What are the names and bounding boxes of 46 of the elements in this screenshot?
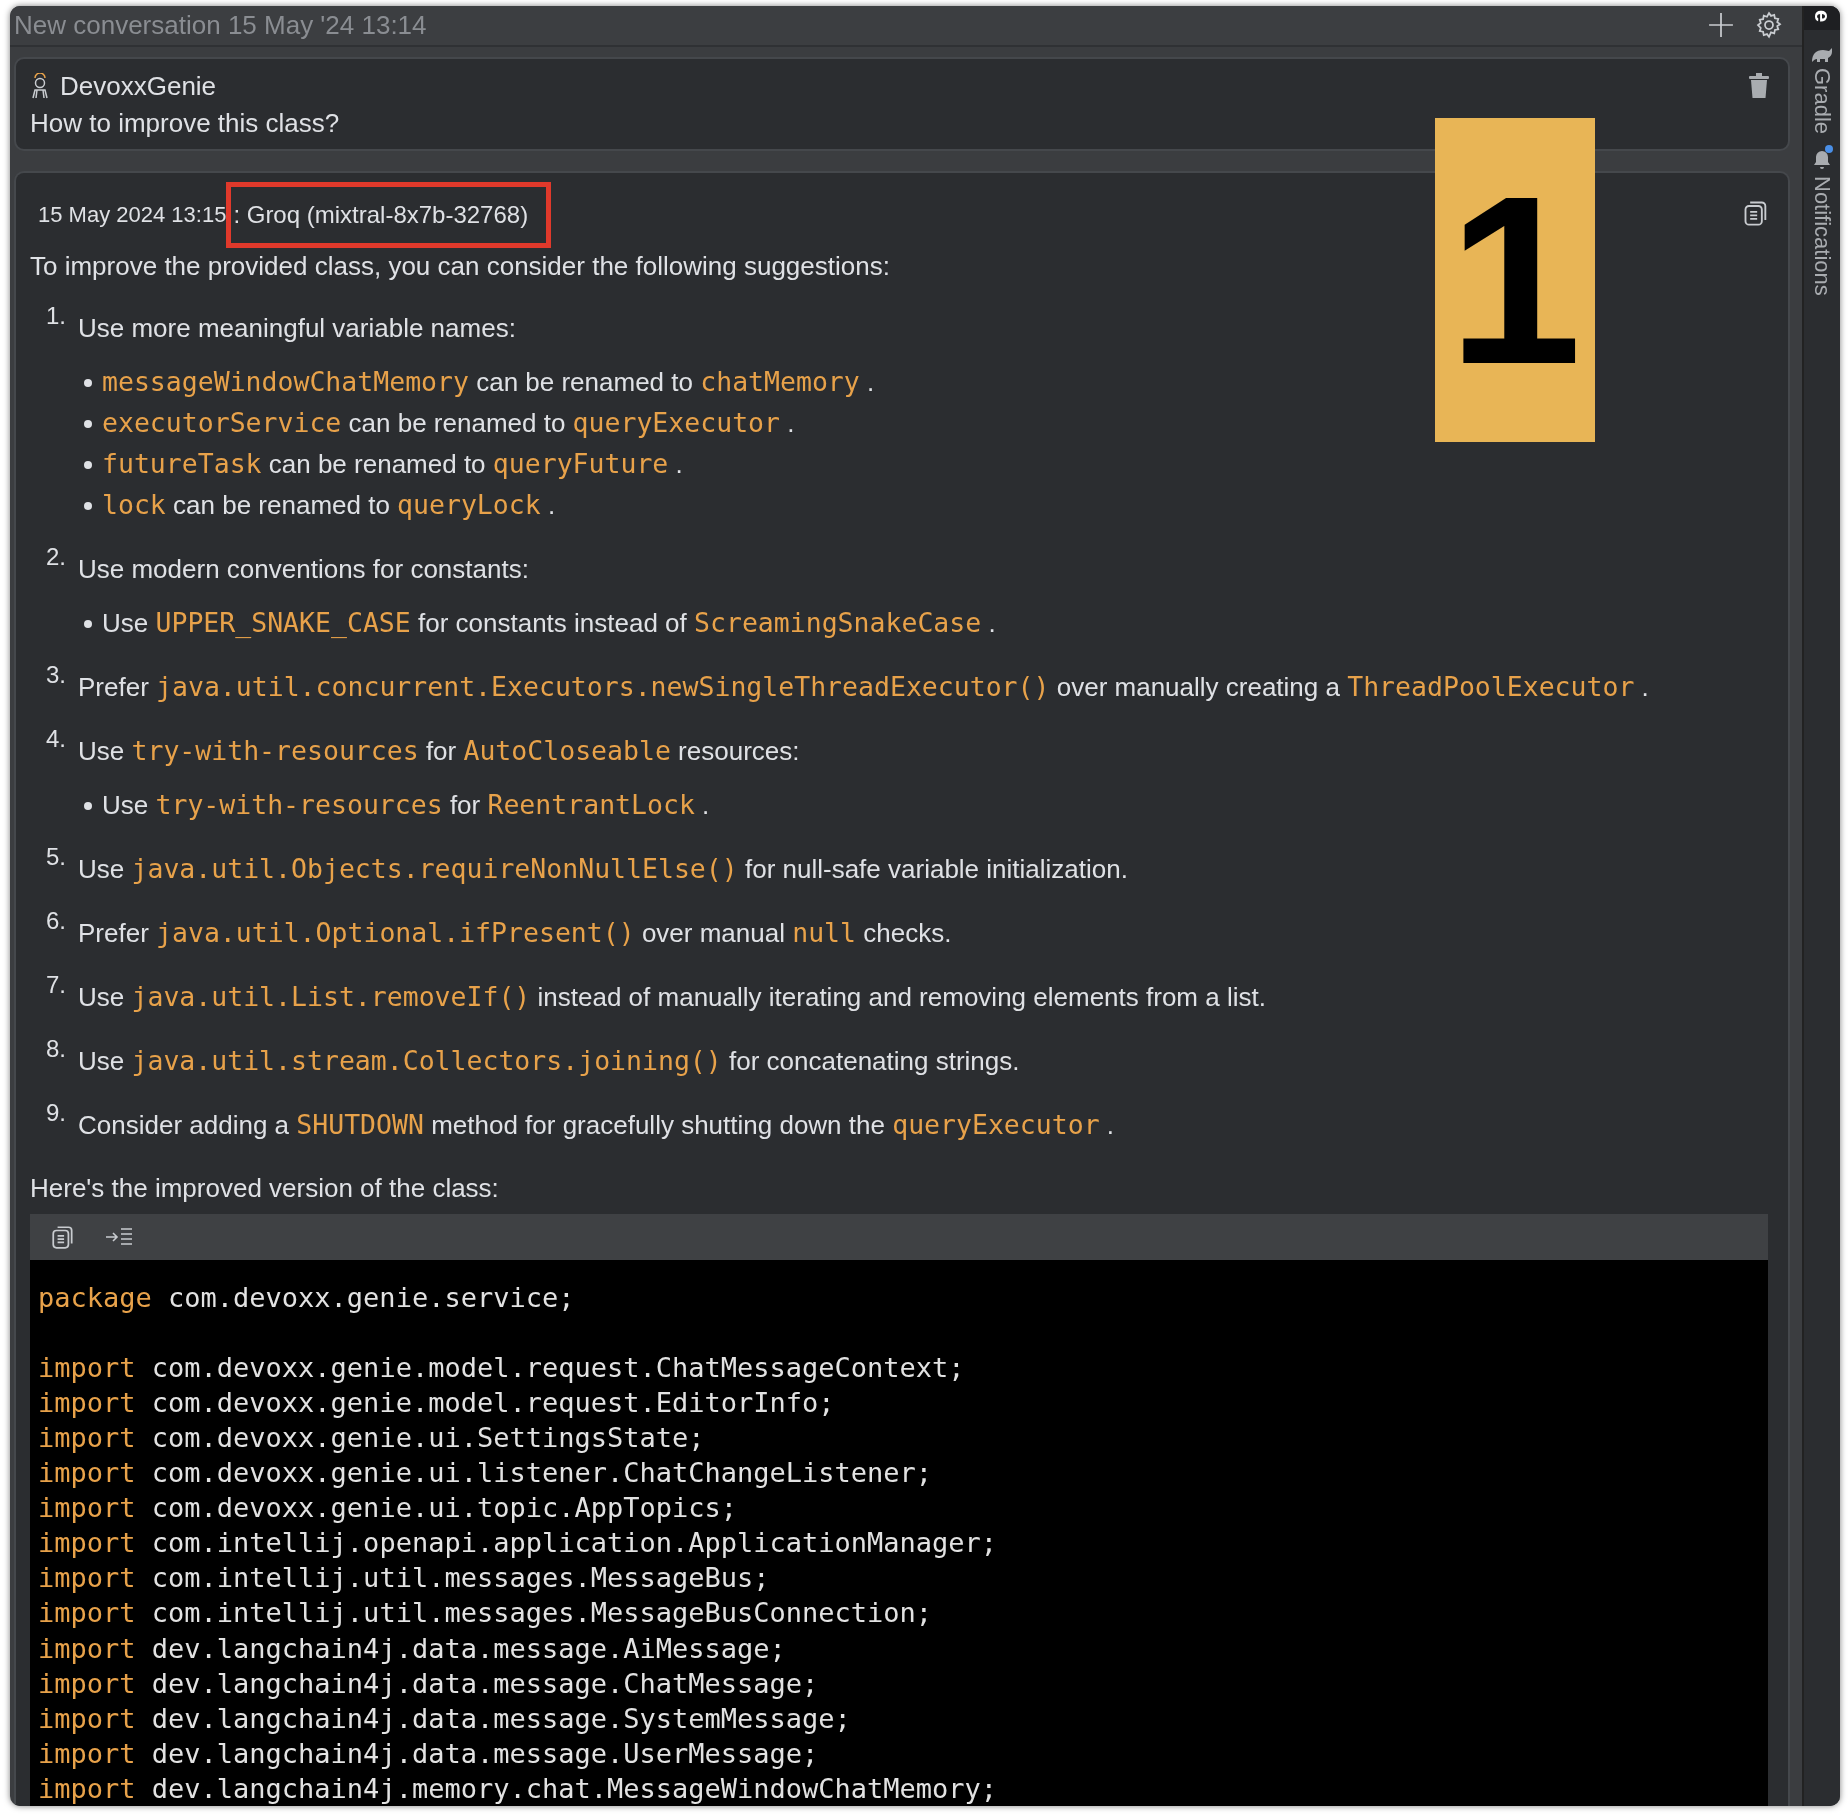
list-number: 8. bbox=[46, 1034, 67, 1064]
list-number: 3. bbox=[46, 660, 67, 690]
suggestion-text: Use java.util.stream.Collectors.joining() for concatenating strings. bbox=[78, 1043, 1021, 1078]
callout-number: 1 bbox=[1435, 118, 1595, 442]
outro-text: Here's the improved version of the class: bbox=[30, 1172, 500, 1204]
bullet-text: Use UPPER_SNAKE_CASE for constants instead of ScreamingSnakeCase . bbox=[102, 605, 996, 640]
tool-window-label[interactable]: Notifications bbox=[1809, 176, 1835, 297]
active-tool-tab[interactable]: e bbox=[1804, 6, 1840, 31]
list-number: 6. bbox=[46, 906, 67, 936]
conversation-title: New conversation 15 May '24 13:14 bbox=[14, 9, 428, 41]
bullet-text: Use try-with-resources for ReentrantLock . bbox=[102, 787, 710, 822]
intro-text: To improve the provided class, you can consider the following suggestions: bbox=[30, 250, 891, 282]
tool-window-label[interactable]: Gradle bbox=[1809, 68, 1835, 135]
model-name: : Groq (mixtral-8x7b-32768) bbox=[226, 181, 552, 248]
list-number: 9. bbox=[46, 1098, 67, 1128]
bullet-dot bbox=[84, 501, 92, 510]
list-number: 7. bbox=[46, 970, 67, 1000]
bullet-dot bbox=[84, 460, 92, 469]
suggestion-text: Use try-with-resources for AutoCloseable resources: bbox=[78, 733, 801, 768]
list-number: 4. bbox=[46, 724, 67, 754]
bullet-text: futureTask can be renamed to queryFuture . bbox=[102, 446, 683, 481]
suggestion-text: Prefer java.util.Optional.ifPresent() over manual null checks. bbox=[78, 915, 953, 950]
suggestion-text: Consider adding a SHUTDOWN method for gracefully shutting down the queryExecutor . bbox=[78, 1107, 1116, 1142]
suggestion-text: Use more meaningful variable names: bbox=[78, 311, 517, 345]
response-timestamp: 15 May 2024 13:15 bbox=[38, 201, 227, 228]
bullet-dot bbox=[84, 419, 92, 428]
settings-icon bbox=[1754, 10, 1784, 41]
suggestion-text: Use java.util.Objects.requireNonNullElse() for null-safe variable initialization. bbox=[78, 851, 1129, 886]
list-number: 5. bbox=[46, 842, 67, 872]
code-block: package com.devoxx.genie.service; import com.devoxx.genie.model.request.ChatMessageContext; import com.devoxx.genie.model.request.EditorInfo; import com.devoxx.genie.ui.SettingsState; import com.devoxx.genie.ui.listener.ChatChangeListener; import com.devoxx.genie.ui.topic.AppTopics; import com.intellij.openapi.application.ApplicationManager; import com.intellij.util.messages.MessageBus; import com.intellij.util.messages.MessageBusConnection; import dev.langchain4j.data.message.AiMessage; import dev.langchain4j.data.message.ChatMessage; import dev.langchain4j.data.message.SystemMessage; import dev.langchain4j.data.message.UserMessage; import dev.langchain4j.memory.chat.MessageWindowChatMemory; bbox=[30, 1259, 1768, 1806]
bullet-text: executorService can be renamed to queryExecutor . bbox=[102, 405, 795, 440]
suggestion-text: Prefer java.util.concurrent.Executors.newSingleThreadExecutor() over manually creating a ThreadPoolExecutor . bbox=[78, 669, 1650, 704]
bullet-dot bbox=[84, 801, 92, 810]
question-text: How to improve this class? bbox=[30, 107, 341, 139]
list-number: 1. bbox=[46, 301, 67, 331]
tool-window-label[interactable]: e bbox=[1809, 10, 1835, 23]
bullet-dot bbox=[84, 619, 92, 628]
suggestion-text: Use java.util.List.removeIf() instead of manually iterating and removing elements from a list. bbox=[78, 979, 1267, 1014]
list-number: 2. bbox=[46, 542, 67, 572]
bullet-dot bbox=[84, 378, 92, 387]
genie-icon bbox=[30, 73, 50, 100]
bullet-text: messageWindowChatMemory can be renamed to chatMemory . bbox=[102, 364, 875, 399]
bullet-text: lock can be renamed to queryLock . bbox=[102, 487, 556, 522]
plus-icon bbox=[1708, 12, 1734, 39]
author-name: DevoxxGenie bbox=[60, 70, 217, 102]
suggestion-text: Use modern conventions for constants: bbox=[78, 552, 530, 586]
